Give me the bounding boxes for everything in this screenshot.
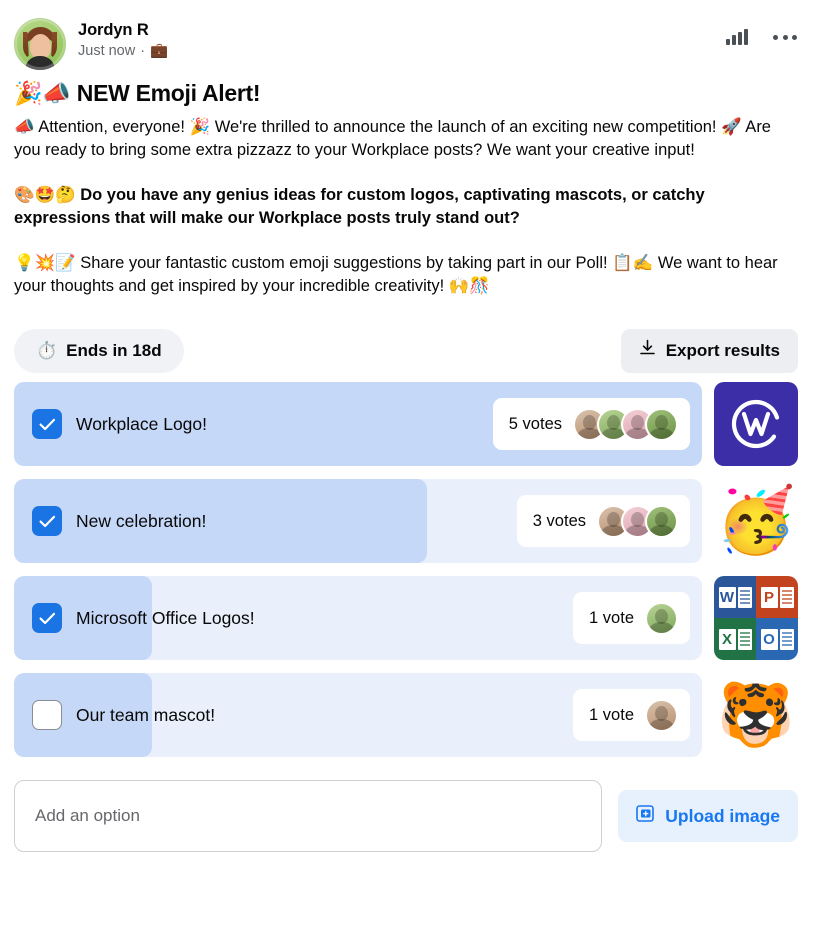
post-meta: Just now · 💼: [78, 42, 724, 61]
poll-option-4[interactable]: Our team mascot! 1 vote: [14, 673, 702, 757]
insights-icon[interactable]: [724, 24, 750, 50]
powerpoint-letter: P: [760, 586, 778, 608]
poll-option-4-thumbnail[interactable]: 🐯: [714, 673, 798, 757]
word-icon: W: [714, 576, 756, 618]
poll-option-1-voter-avatars[interactable]: [573, 407, 678, 441]
poll-option-1-vote-count: 5 votes: [508, 414, 562, 433]
poll-option-2-voter-avatars[interactable]: [597, 504, 678, 538]
stopwatch-icon: ⏱️: [36, 341, 58, 361]
poll-option-3-votes[interactable]: 1 vote: [573, 592, 690, 644]
powerpoint-icon: P: [756, 576, 798, 618]
poll-option-2[interactable]: New celebration! 3 votes: [14, 479, 702, 563]
poll-option-4-voter-avatars[interactable]: [645, 698, 678, 732]
poll-toolbar: ⏱️ Ends in 18d Export results: [0, 320, 814, 376]
poll-option-2-label: New celebration!: [76, 510, 207, 531]
download-icon: [639, 339, 656, 363]
poll-option-4-checkbox[interactable]: [32, 700, 62, 730]
add-option-row: Upload image: [0, 770, 814, 852]
poll-option-row: New celebration! 3 votes 🥳: [14, 479, 798, 563]
voter-avatar: [645, 407, 678, 441]
post-author-block: Jordyn R Just now · 💼: [78, 18, 724, 61]
add-option-input[interactable]: [14, 780, 603, 852]
poll-option-3-checkbox[interactable]: [32, 603, 62, 633]
poll-option-1[interactable]: Workplace Logo! 5 votes: [14, 382, 702, 466]
avatar[interactable]: [14, 18, 66, 70]
poll-option-3-voter-avatars[interactable]: [645, 601, 678, 635]
post-timestamp: Just now: [78, 43, 136, 59]
voter-avatar: [645, 601, 678, 635]
excel-letter: X: [718, 628, 736, 650]
post-author-name[interactable]: Jordyn R: [78, 20, 724, 40]
poll-option-row: Microsoft Office Logos! 1 vote W P X O: [14, 576, 798, 660]
workplace-poll-post: Jordyn R Just now · 💼 🎉📣 NEW Emoji Alert…: [0, 0, 814, 952]
poll-option-row: Our team mascot! 1 vote 🐯: [14, 673, 798, 757]
meta-separator: ·: [140, 43, 146, 59]
more-options-icon[interactable]: [772, 24, 798, 50]
poll-ends-label: Ends in 18d: [66, 341, 162, 360]
poll-option-3-vote-count: 1 vote: [589, 608, 634, 627]
poll-option-2-vote-count: 3 votes: [532, 511, 586, 530]
briefcase-icon: 💼: [150, 43, 169, 59]
post-paragraph-1: 📣 Attention, everyone! 🎉 We're thrilled …: [14, 118, 771, 159]
word-page: [737, 586, 752, 608]
word-letter: W: [718, 586, 736, 608]
poll-option-row: Workplace Logo! 5 votes: [14, 382, 798, 466]
poll-option-1-label: Workplace Logo!: [76, 413, 208, 434]
upload-image-button[interactable]: Upload image: [618, 790, 798, 842]
powerpoint-page: [779, 586, 794, 608]
outlook-letter: O: [760, 628, 778, 650]
export-results-button[interactable]: Export results: [620, 329, 798, 373]
poll-option-2-thumbnail[interactable]: 🥳: [714, 479, 798, 563]
bar-chart-glyph: [726, 28, 748, 45]
voter-avatar: [645, 504, 678, 538]
workplace-logo-icon: [731, 399, 781, 449]
avatar-badge-ring: [14, 18, 66, 70]
outlook-page: [779, 628, 794, 650]
image-plus-icon: [636, 804, 655, 828]
outlook-icon: O: [756, 618, 798, 660]
poll-option-3-thumbnail[interactable]: W P X O: [714, 576, 798, 660]
poll-options-list: Workplace Logo! 5 votes New celebration!…: [0, 376, 814, 757]
poll-option-3[interactable]: Microsoft Office Logos! 1 vote: [14, 576, 702, 660]
poll-option-2-checkbox[interactable]: [32, 506, 62, 536]
partying-face-emoji-icon: 🥳: [716, 484, 796, 558]
post-body: 📣 Attention, everyone! 🎉 We're thrilled …: [0, 108, 814, 298]
post-paragraph-2: 🎨🤩🤔 Do you have any genius ideas for cus…: [14, 186, 705, 227]
excel-page: [737, 628, 752, 650]
poll-option-1-checkbox[interactable]: [32, 409, 62, 439]
post-header-actions: [724, 18, 798, 50]
export-results-label: Export results: [665, 341, 780, 360]
poll-option-1-thumbnail[interactable]: [714, 382, 798, 466]
tiger-mascot-icon: 🐯: [717, 678, 795, 751]
poll-option-4-votes[interactable]: 1 vote: [573, 689, 690, 741]
poll-option-2-votes[interactable]: 3 votes: [516, 495, 690, 547]
upload-image-label: Upload image: [665, 805, 780, 826]
post-header: Jordyn R Just now · 💼: [0, 0, 814, 72]
voter-avatar: [645, 698, 678, 732]
ellipsis-glyph: [773, 34, 797, 40]
poll-option-3-label: Microsoft Office Logos!: [76, 607, 255, 628]
poll-option-4-label: Our team mascot!: [76, 704, 216, 725]
poll-option-1-votes[interactable]: 5 votes: [492, 398, 690, 450]
post-title: 🎉📣 NEW Emoji Alert!: [14, 80, 261, 106]
excel-icon: X: [714, 618, 756, 660]
post-paragraph-3: 💡💥📝 Share your fantastic custom emoji su…: [14, 254, 778, 295]
poll-ends-badge[interactable]: ⏱️ Ends in 18d: [14, 329, 184, 373]
poll-option-4-vote-count: 1 vote: [589, 705, 634, 724]
